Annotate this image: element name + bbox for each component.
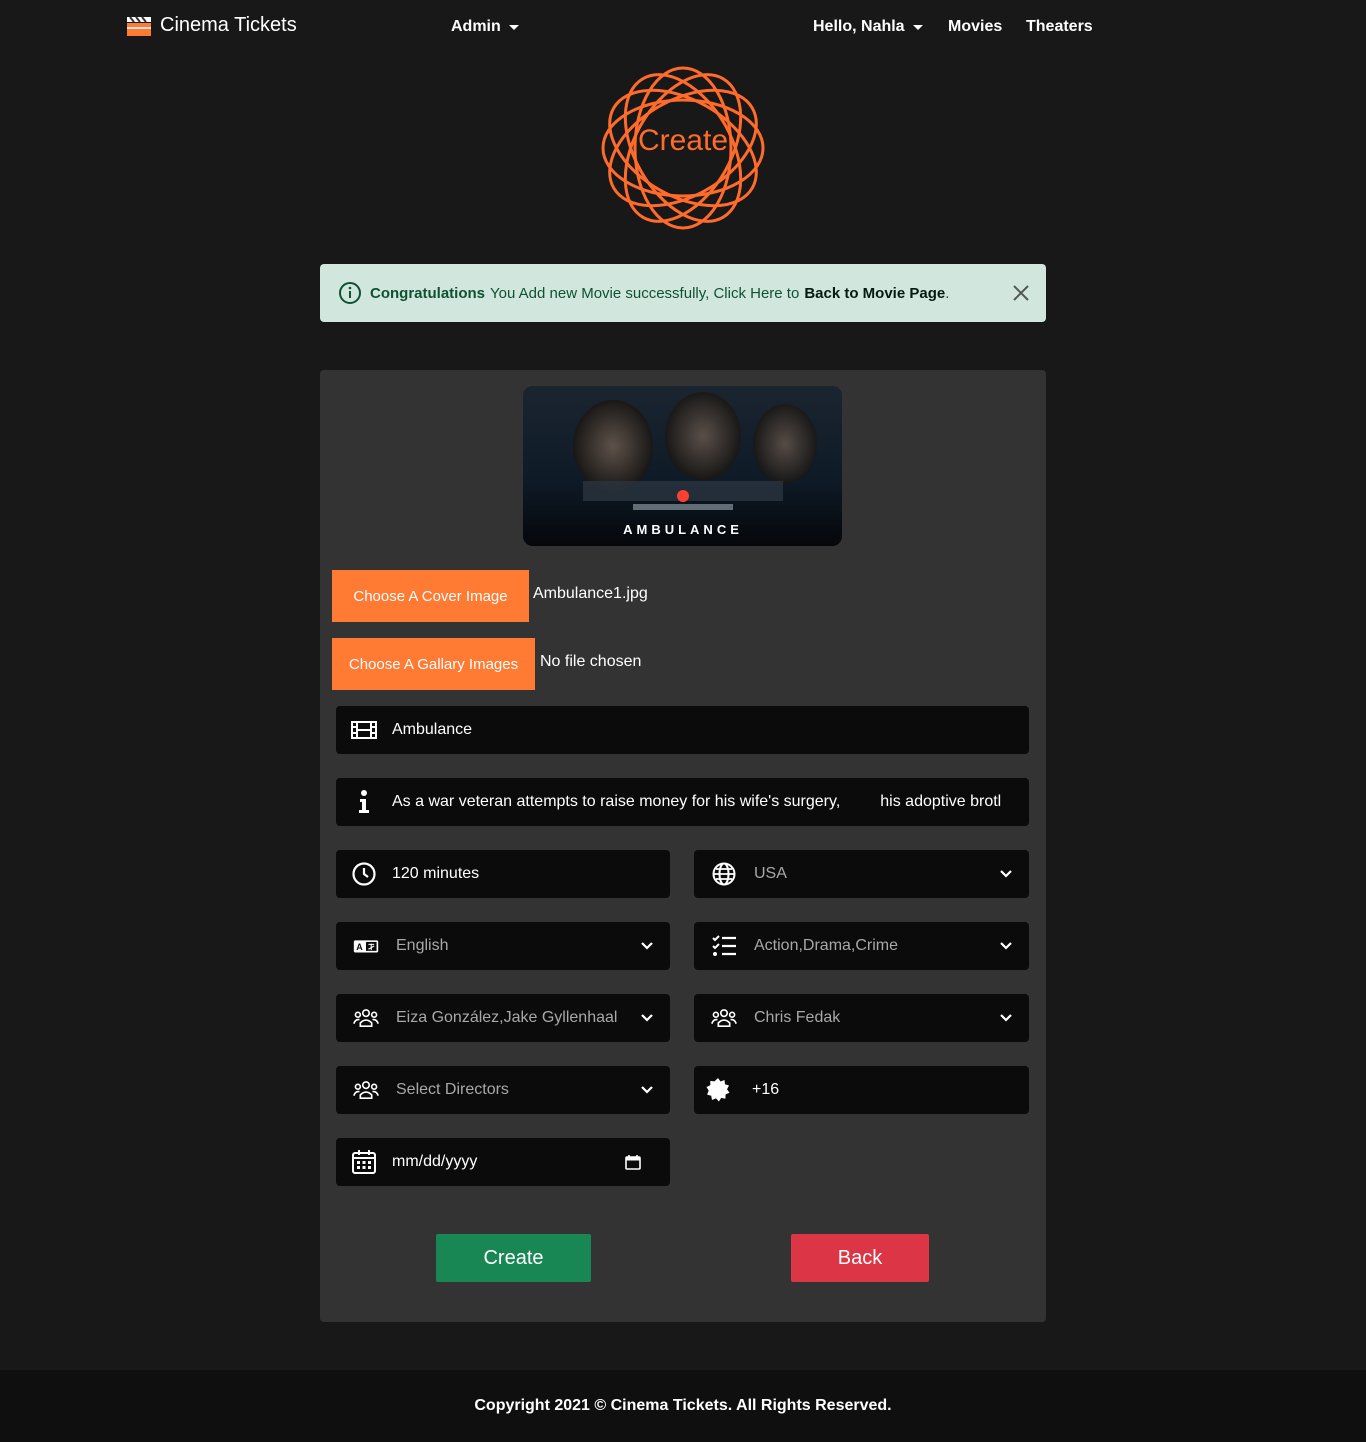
users-icon [694, 994, 754, 1042]
genres-select[interactable]: Action,Drama,Crime [694, 922, 1029, 970]
greeting-label: Hello, Nahla [813, 18, 905, 35]
success-alert: Congratulations You Add new Movie succes… [320, 264, 1046, 322]
duration-value: 120 minutes [392, 865, 480, 882]
clock-icon [336, 850, 392, 898]
back-button[interactable]: Back [791, 1234, 929, 1282]
cover-preview: AMBULANCE [523, 386, 842, 546]
globe-icon [694, 850, 754, 898]
nav-movies[interactable]: Movies [948, 18, 1002, 36]
language-value: English [396, 937, 449, 954]
chevron-down-icon [641, 1086, 653, 1094]
poster-image: AMBULANCE [523, 386, 842, 546]
language-select[interactable]: A English [336, 922, 670, 970]
poster-title: AMBULANCE [623, 522, 743, 537]
certificate-icon [694, 1066, 742, 1114]
users-icon [336, 994, 396, 1042]
release-date-input[interactable]: mm/dd/yyyy [336, 1138, 670, 1186]
country-select[interactable]: USA [694, 850, 1029, 898]
navbar: Cinema Tickets Admin Hello, Nahla Movies… [0, 0, 1366, 56]
movie-name-value: Ambulance [392, 721, 473, 738]
calendar-picker-icon[interactable] [625, 1154, 641, 1170]
directors-placeholder: Select Directors [396, 1081, 509, 1098]
clapperboard-icon [127, 15, 151, 36]
info-icon [336, 778, 392, 826]
gallery-file-name: No file chosen [540, 653, 642, 670]
chevron-down-icon [1000, 942, 1012, 950]
genres-value: Action,Drama,Crime [754, 937, 899, 954]
brand[interactable]: Cinema Tickets [126, 14, 297, 37]
footer: Copyright 2021 © Cinema Tickets. All Rig… [0, 1370, 1366, 1442]
alert-title: Congratulations [370, 284, 485, 302]
choose-cover-button[interactable]: Choose A Cover Image [332, 570, 529, 622]
cover-file-name: Ambulance1.jpg [533, 585, 648, 602]
age-rating-input[interactable]: +16 [694, 1066, 1029, 1114]
create-badge: Create [598, 64, 768, 232]
chevron-down-icon [641, 942, 653, 950]
duration-input[interactable]: 120 minutes [336, 850, 670, 898]
chevron-down-icon [641, 1014, 653, 1022]
caret-down-icon [508, 24, 519, 30]
actors-value: Eiza González,Jake Gyllenhaal [396, 1009, 618, 1026]
movie-name-input[interactable]: Ambulance [336, 706, 1029, 754]
caret-down-icon [912, 24, 923, 30]
close-icon[interactable] [1010, 282, 1032, 304]
movie-form: AMBULANCE Choose A Cover Image Ambulance… [320, 370, 1046, 1322]
producers-select[interactable]: Chris Fedak [694, 994, 1029, 1042]
admin-label: Admin [451, 18, 501, 35]
calendar-icon [336, 1138, 392, 1186]
chevron-down-icon [1000, 1014, 1012, 1022]
back-to-movie-link[interactable]: Back to Movie Page [804, 285, 945, 302]
user-dropdown[interactable]: Hello, Nahla [813, 18, 923, 36]
info-circle-icon [339, 282, 361, 304]
alert-period: . [945, 284, 950, 302]
create-button[interactable]: Create [436, 1234, 591, 1282]
list-check-icon [694, 922, 754, 970]
choose-gallery-button[interactable]: Choose A Gallary Images [332, 638, 535, 690]
country-value: USA [754, 865, 787, 882]
alert-message: You Add new Movie successfully, Click He… [490, 284, 800, 302]
producers-value: Chris Fedak [754, 1009, 841, 1026]
film-icon [336, 706, 392, 754]
admin-dropdown[interactable]: Admin [451, 18, 519, 36]
svg-text:A: A [356, 942, 363, 952]
brand-title: Cinema Tickets [160, 14, 297, 36]
actors-select[interactable]: Eiza González,Jake Gyllenhaal [336, 994, 670, 1042]
copyright-text: Copyright 2021 © Cinema Tickets. All Rig… [474, 1397, 892, 1414]
description-input[interactable]: As a war veteran attempts to raise money… [336, 778, 1029, 826]
nav-theaters[interactable]: Theaters [1026, 18, 1093, 36]
create-badge-text: Create [637, 124, 729, 157]
users-icon [336, 1066, 396, 1114]
age-rating-value: +16 [752, 1081, 780, 1098]
description-value: As a war veteran attempts to raise money… [392, 793, 1002, 810]
chevron-down-icon [1000, 870, 1012, 878]
directors-select[interactable]: Select Directors [336, 1066, 670, 1114]
date-placeholder: mm/dd/yyyy [392, 1153, 478, 1170]
translate-icon: A [336, 922, 396, 970]
